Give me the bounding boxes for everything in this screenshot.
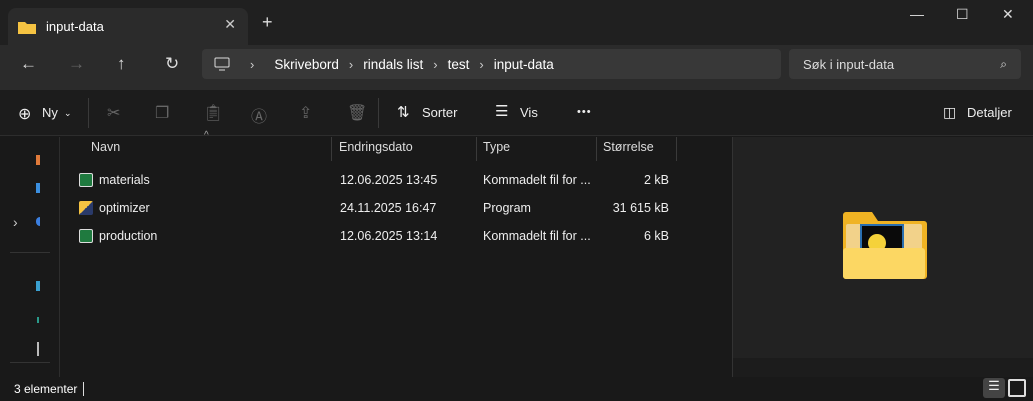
divider — [88, 98, 89, 128]
up-button[interactable]: ↑ — [117, 54, 126, 74]
expand-chevron-icon[interactable]: › — [13, 214, 18, 230]
divider — [10, 252, 50, 253]
excel-csv-icon — [79, 229, 93, 243]
minimize-button[interactable]: — — [910, 6, 924, 22]
file-date: 12.06.2025 13:45 — [340, 173, 438, 187]
view-icon: ☰ — [495, 103, 509, 120]
close-window-button[interactable]: ✕ — [1002, 6, 1014, 23]
new-tab-button[interactable]: + — [262, 12, 273, 33]
navigation-pane: › — [0, 137, 60, 377]
file-date: 24.11.2025 16:47 — [340, 201, 437, 215]
sidebar-item-icon[interactable] — [36, 155, 40, 165]
new-button[interactable]: Ny — [42, 105, 58, 120]
file-name: materials — [99, 173, 150, 187]
chevron-down-icon: ⌄ — [64, 108, 72, 118]
breadcrumb-skrivebord[interactable]: Skrivebord — [274, 57, 339, 72]
share-icon[interactable]: ⇪ — [299, 103, 312, 123]
file-date: 12.06.2025 13:14 — [340, 229, 438, 243]
file-size: 31 615 kB — [612, 201, 669, 215]
back-button[interactable]: ← — [20, 54, 37, 74]
sort-ascending-icon: ^ — [204, 130, 209, 141]
sidebar-item-icon[interactable] — [36, 217, 40, 226]
sidebar-item-icon[interactable] — [37, 317, 39, 323]
file-type: Kommadelt fil for ... — [483, 173, 591, 187]
file-type: Kommadelt fil for ... — [483, 229, 591, 243]
item-count: 3 elementer — [14, 382, 78, 396]
column-header-name[interactable]: Navn — [91, 140, 120, 154]
details-button[interactable]: Detaljer — [967, 105, 1012, 120]
search-input[interactable]: Søk i input-data ⌕ — [789, 49, 1021, 79]
status-bar: 3 elementer — [0, 377, 1033, 401]
column-divider[interactable] — [676, 137, 677, 161]
more-options-button[interactable]: ••• — [577, 106, 592, 118]
file-name: production — [99, 229, 158, 243]
file-row-materials[interactable]: materials 12.06.2025 13:45 Kommadelt fil… — [60, 166, 680, 194]
new-icon: ⊕ — [18, 106, 32, 123]
folder-icon — [18, 21, 36, 34]
tab-input-data[interactable]: input-data ✕ — [8, 8, 248, 45]
column-divider[interactable] — [596, 137, 597, 161]
file-row-optimizer[interactable]: optimizer 24.11.2025 16:47 Program 31 61… — [60, 194, 680, 222]
address-bar[interactable]: › Skrivebord › rindals list › test › input-… — [202, 49, 781, 79]
search-icon: ⌕ — [1000, 56, 1007, 71]
details-pane-icon: ◫ — [943, 104, 957, 120]
file-size: 6 kB — [643, 229, 669, 243]
maximize-button[interactable]: ☐ — [956, 6, 969, 23]
tab-title: input-data — [46, 19, 104, 34]
forward-button[interactable]: → — [68, 54, 85, 74]
sidebar-item-icon[interactable] — [36, 281, 40, 291]
refresh-button[interactable]: ↻ — [165, 54, 179, 74]
search-placeholder: Søk i input-data — [803, 56, 895, 72]
sidebar-item-icon[interactable] — [36, 183, 40, 193]
excel-csv-icon — [79, 173, 93, 187]
file-list: materials 12.06.2025 13:45 Kommadelt fil… — [60, 166, 732, 250]
column-header-date[interactable]: Endringsdato — [339, 140, 413, 154]
column-divider[interactable] — [331, 137, 332, 161]
sort-button[interactable]: Sorter — [422, 105, 457, 120]
delete-icon[interactable]: 🗑︎ — [347, 103, 367, 123]
large-icons-view-button[interactable] — [1008, 379, 1026, 397]
file-row-production[interactable]: production 12.06.2025 13:14 Kommadelt fi… — [60, 222, 680, 250]
divider — [378, 98, 379, 128]
computer-icon — [214, 57, 230, 71]
cut-icon[interactable]: ✂ — [107, 103, 120, 123]
column-header-size[interactable]: Størrelse — [603, 140, 654, 154]
folder-preview-icon — [843, 212, 927, 279]
close-tab-button[interactable]: ✕ — [224, 16, 236, 33]
paste-icon[interactable]: 📋︎ — [203, 103, 223, 123]
file-type: Program — [483, 201, 531, 215]
view-button[interactable]: Vis — [520, 105, 538, 120]
breadcrumb-input-data[interactable]: input-data — [494, 57, 554, 72]
copy-icon[interactable]: ❐ — [155, 103, 169, 123]
sort-icon: ⇅ — [397, 104, 410, 121]
details-footer — [733, 358, 1033, 377]
column-divider[interactable] — [476, 137, 477, 161]
breadcrumb-rindals-list[interactable]: rindals list — [363, 57, 423, 72]
sidebar-item-icon[interactable] — [37, 342, 39, 356]
rename-icon[interactable]: Ⓐ — [251, 103, 267, 127]
file-name: optimizer — [99, 201, 150, 215]
divider — [10, 362, 50, 363]
breadcrumb-test[interactable]: test — [448, 57, 470, 72]
file-size: 2 kB — [643, 173, 669, 187]
text-cursor — [83, 382, 85, 396]
python-exe-icon — [79, 201, 93, 215]
details-view-button[interactable]: ☰ — [983, 378, 1005, 398]
column-header-type[interactable]: Type — [483, 140, 510, 154]
details-pane — [732, 137, 1033, 377]
